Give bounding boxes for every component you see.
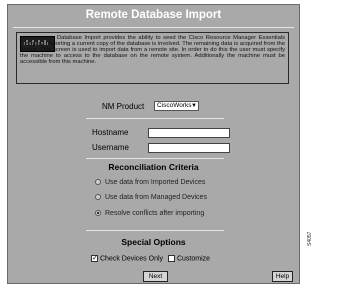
username-input[interactable] (148, 143, 230, 153)
special-options-row: ✓ Check Devices Only Customize (91, 255, 210, 262)
radio-resolve-conflicts[interactable]: Resolve conflicts after importing (95, 210, 204, 217)
radio-label: Use data from Managed Devices (105, 194, 207, 201)
radio-button-selected[interactable] (95, 210, 101, 217)
figure-id: S4057 (307, 231, 313, 246)
dialog-title: Remote Database Import (85, 9, 222, 21)
check-devices-label: Check Devices Only (100, 255, 164, 263)
special-options-title: Special Options (121, 237, 186, 247)
divider (86, 118, 224, 119)
help-button[interactable]: Help (272, 271, 293, 282)
username-label: Username (92, 143, 129, 152)
chevron-down-icon: ▼ (191, 103, 197, 109)
nm-product-select[interactable]: CiscoWorks ▼ (154, 101, 199, 111)
hostname-input[interactable] (148, 128, 230, 138)
description-box: Database Import provides the ability to … (16, 32, 289, 84)
radio-imported-devices[interactable]: Use data from Imported Devices (95, 179, 205, 186)
divider (86, 230, 224, 231)
radio-button[interactable] (95, 194, 101, 201)
radio-label: Use data from Imported Devices (105, 179, 206, 186)
title-divider (13, 27, 294, 28)
radio-label: Resolve conflicts after importing (105, 210, 205, 217)
nm-product-label: NM Product (102, 102, 145, 111)
import-dialog: Remote Database Import Database Import p… (7, 4, 300, 284)
radio-button[interactable] (95, 179, 101, 186)
nm-product-value: CiscoWorks (157, 102, 192, 109)
divider (86, 158, 224, 159)
customize-label: Customize (176, 255, 211, 263)
next-button[interactable]: Next (143, 271, 168, 282)
reconciliation-title: Reconciliation Criteria (108, 162, 199, 172)
radio-managed-devices[interactable]: Use data from Managed Devices (95, 194, 207, 201)
description-text: Database Import provides the ability to … (20, 35, 285, 66)
hostname-label: Hostname (92, 128, 129, 137)
customize-checkbox[interactable] (167, 255, 175, 262)
check-devices-checkbox[interactable]: ✓ (91, 255, 98, 262)
